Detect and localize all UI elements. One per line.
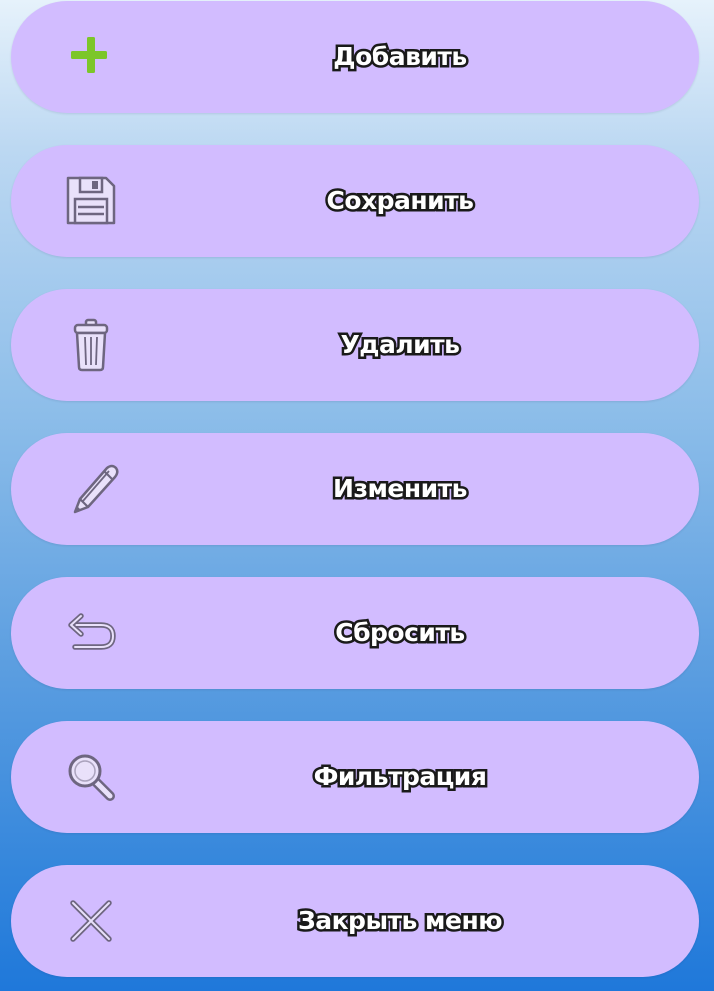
save-button-label: Сохранить — [324, 184, 477, 218]
filter-button[interactable]: Фильтрация — [11, 721, 699, 833]
save-button[interactable]: Сохранить — [11, 145, 699, 257]
reset-button[interactable]: Сбросить — [11, 577, 699, 689]
close-menu-button-label: Закрыть меню — [295, 904, 505, 938]
add-button[interactable]: Добавить — [11, 1, 699, 113]
reset-button-label: Сбросить — [333, 616, 468, 650]
add-button-label: Добавить — [331, 40, 470, 74]
menu-panel: Добавить Сохранить Удалить Изменить Сбро… — [0, 0, 714, 991]
delete-button[interactable]: Удалить — [11, 289, 699, 401]
edit-button-label: Изменить — [331, 472, 470, 506]
close-menu-button[interactable]: Закрыть меню — [11, 865, 699, 977]
filter-button-label: Фильтрация — [311, 760, 489, 794]
edit-button[interactable]: Изменить — [11, 433, 699, 545]
delete-button-label: Удалить — [338, 328, 462, 362]
